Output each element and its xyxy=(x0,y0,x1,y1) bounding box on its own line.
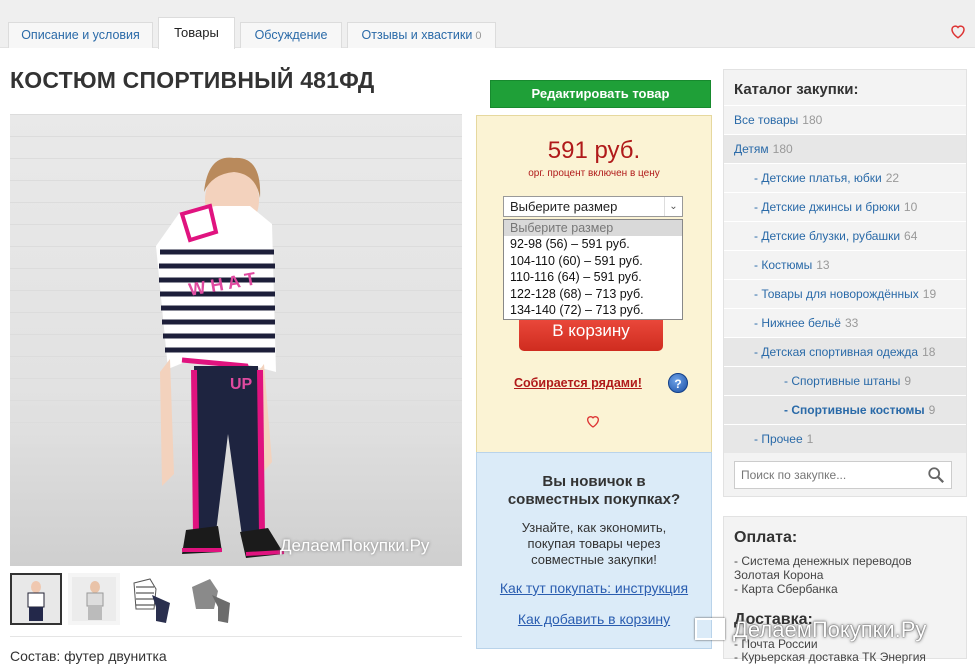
catalog-item-count: 33 xyxy=(844,316,859,330)
catalog-item-label: - Спортивные штаны xyxy=(784,374,901,388)
tab-label: Товары xyxy=(174,25,219,40)
catalog-item-count: 9 xyxy=(928,403,936,417)
catalog-item-label: - Детские платья, юбки xyxy=(754,171,882,185)
search-icon[interactable] xyxy=(927,466,945,484)
heart-icon[interactable] xyxy=(949,22,967,40)
size-select-value: Выберите размер xyxy=(510,199,618,214)
catalog-item-count: 22 xyxy=(885,171,900,185)
photo-watermark: ДелаемПокупки.Ру xyxy=(280,536,430,555)
site-watermark: ДелаемПокупки.Ру xyxy=(695,617,926,643)
catalog-item[interactable]: - Спортивные штаны 9 xyxy=(724,366,966,395)
catalog-item-label: - Костюмы xyxy=(754,258,813,272)
catalog-item[interactable]: - Детские платья, юбки 22 xyxy=(724,163,966,192)
how-to-buy-link[interactable]: Как тут покупать: инструкция xyxy=(477,580,711,596)
tab-count: 0 xyxy=(475,30,482,42)
size-option[interactable]: 134-140 (72) – 713 руб. xyxy=(504,302,682,318)
site-watermark-text: ДелаемПокупки.Ру xyxy=(733,617,927,642)
thumbnail-image xyxy=(72,577,116,621)
catalog-item-label: - Детская спортивная одежда xyxy=(754,345,919,359)
tab-description[interactable]: Описание и условия xyxy=(8,22,153,48)
add-to-cart-button[interactable]: В корзину xyxy=(519,320,663,351)
size-option[interactable]: 110-116 (64) – 591 руб. xyxy=(504,269,682,285)
catalog-item-label: - Детские блузки, рубашки xyxy=(754,229,901,243)
product-photo[interactable]: W H A T UP ДелаемПокупки.Ру xyxy=(10,114,462,566)
catalog-search-input[interactable]: Поиск по закупке... xyxy=(734,461,952,489)
catalog-item[interactable]: Все товары 180 xyxy=(724,105,966,134)
page-title: КОСТЮМ СПОРТИВНЫЙ 481ФД xyxy=(10,67,375,93)
help-icon[interactable]: ? xyxy=(668,373,688,393)
catalog-item-label: Все товары xyxy=(734,113,799,127)
thumbnail-3[interactable] xyxy=(126,573,178,625)
tab-label: Отзывы и хвастики xyxy=(361,28,473,42)
catalog-item-label: - Спортивные костюмы xyxy=(784,403,925,417)
catalog-panel: Каталог закупки: Все товары 180 Детям 180 … xyxy=(723,69,967,497)
size-option[interactable]: 92-98 (56) – 591 руб. xyxy=(504,236,682,252)
catalog-item[interactable]: - Костюмы 13 xyxy=(724,250,966,279)
newbie-info-box: Вы новичок в совместных покупках? Узнайт… xyxy=(476,452,712,649)
newbie-heading: Вы новичок в совместных покупках? xyxy=(507,473,681,508)
catalog-item[interactable]: - Детская спортивная одежда 18 xyxy=(724,337,966,366)
gather-by-rows-link[interactable]: Собирается рядами! xyxy=(514,376,642,390)
search-placeholder: Поиск по закупке... xyxy=(741,468,847,482)
child-figure: W H A T UP xyxy=(156,157,285,558)
size-option[interactable]: Выберите размер xyxy=(504,220,682,237)
top-tab-bar: Описание и условия Товары Обсуждение Отз… xyxy=(0,0,975,49)
catalog-item-label: Детям xyxy=(734,142,769,156)
size-option[interactable]: 104-110 (60) – 591 руб. xyxy=(504,253,682,269)
chevron-down-icon: ⌄ xyxy=(664,197,682,216)
catalog-item-active[interactable]: - Спортивные костюмы 9 xyxy=(724,395,966,424)
catalog-item-count: 19 xyxy=(922,287,937,301)
thumbnail-1[interactable] xyxy=(10,573,62,625)
tab-label: Описание и условия xyxy=(21,28,140,42)
newbie-text: Узнайте, как экономить, покупая товары ч… xyxy=(521,520,667,567)
size-dropdown-list: Выберите размер 92-98 (56) – 591 руб. 10… xyxy=(503,219,683,320)
payment-line: - Карта Сбербанка xyxy=(734,582,838,596)
catalog-item[interactable]: - Детские джинсы и брюки 10 xyxy=(724,192,966,221)
catalog-item-count: 18 xyxy=(922,345,936,359)
size-option[interactable]: 122-128 (68) – 713 руб. xyxy=(504,286,682,302)
thumbnail-image xyxy=(133,578,170,623)
catalog-item-count: 180 xyxy=(802,113,823,127)
catalog-item[interactable]: - Нижнее бельё 33 xyxy=(724,308,966,337)
size-select[interactable]: Выберите размер ⌄ xyxy=(503,196,683,217)
how-to-add-to-cart-link[interactable]: Как добавить в корзину xyxy=(477,611,711,627)
price-note: орг. процент включен в цену xyxy=(528,168,660,179)
catalog-item-label: - Нижнее бельё xyxy=(754,316,841,330)
catalog-heading: Каталог закупки: xyxy=(734,81,859,98)
delivery-line: - Курьерская доставка ТК Энергия xyxy=(734,650,926,664)
catalog-item-count: 9 xyxy=(904,374,912,388)
thumbnail-image xyxy=(12,575,60,623)
catalog-item-count: 1 xyxy=(806,432,814,446)
thumbnail-4[interactable] xyxy=(184,573,236,625)
catalog-item[interactable]: - Детские блузки, рубашки 64 xyxy=(724,221,966,250)
divider xyxy=(10,636,462,637)
thumbnail-2[interactable] xyxy=(68,573,120,625)
catalog-item-count: 10 xyxy=(903,200,918,214)
catalog-item-count: 13 xyxy=(816,258,830,272)
payment-heading: Оплата: xyxy=(734,529,798,546)
price-value: 591 руб. xyxy=(547,137,641,164)
catalog-item-label: - Детские джинсы и брюки xyxy=(754,200,900,214)
catalog-item[interactable]: Детям 180 xyxy=(724,134,966,163)
thumbnail-image xyxy=(192,579,230,623)
catalog-item[interactable]: - Прочее 1 xyxy=(724,424,966,453)
svg-text:UP: UP xyxy=(230,376,253,393)
payment-line: - Система денежных переводов Золотая Кор… xyxy=(734,554,912,582)
tab-label: Обсуждение xyxy=(254,28,328,42)
catalog-item-count: 180 xyxy=(772,142,793,156)
heart-icon[interactable] xyxy=(585,413,601,429)
composition-text: Состав: футер двунитка xyxy=(10,648,167,664)
catalog-item-count: 64 xyxy=(904,229,918,243)
catalog-item-label: - Прочее xyxy=(754,432,803,446)
logo-icon xyxy=(695,618,725,640)
catalog-item[interactable]: - Товары для новорождённых 19 xyxy=(724,279,966,308)
tab-discussion[interactable]: Обсуждение xyxy=(240,22,342,48)
edit-product-button[interactable]: Редактировать товар xyxy=(490,80,711,108)
tab-reviews[interactable]: Отзывы и хвастики 0 xyxy=(347,22,496,48)
tab-goods[interactable]: Товары xyxy=(158,17,235,49)
catalog-item-label: - Товары для новорождённых xyxy=(754,287,919,301)
